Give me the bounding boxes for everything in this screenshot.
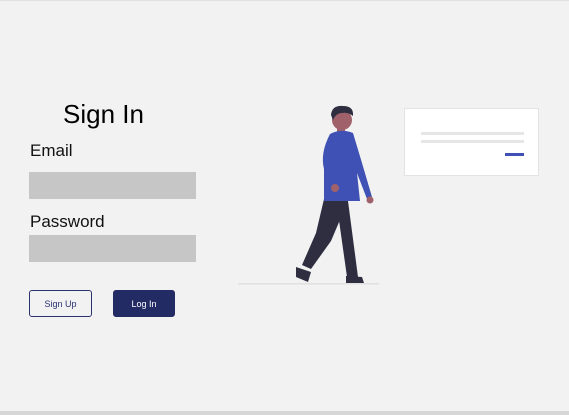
bottom-edge [0, 411, 569, 415]
card-line [421, 140, 524, 143]
email-field[interactable] [29, 172, 196, 199]
card-accent-bar [505, 153, 524, 156]
sign-up-button[interactable]: Sign Up [29, 290, 92, 317]
sign-in-page: Sign In Email Password Sign Up Log In [0, 0, 569, 415]
log-in-button[interactable]: Log In [113, 290, 175, 317]
shirt-shape [322, 130, 372, 201]
email-label: Email [30, 141, 73, 160]
password-field[interactable] [29, 235, 196, 262]
walking-person-icon [238, 105, 379, 285]
page-title: Sign In [63, 99, 144, 129]
ground-line [238, 283, 379, 285]
card-line [421, 132, 524, 135]
placeholder-card [404, 108, 539, 176]
password-label: Password [30, 212, 105, 231]
